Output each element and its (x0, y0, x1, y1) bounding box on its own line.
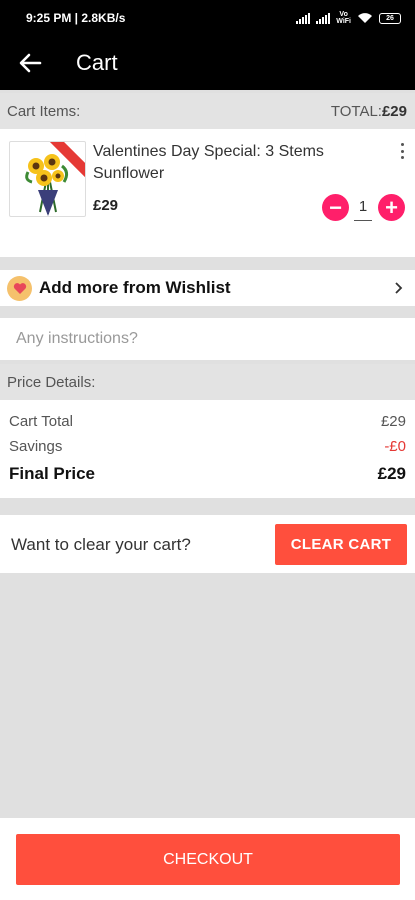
cart-items-label: Cart Items: (7, 102, 81, 120)
battery-icon: 26 (379, 12, 401, 24)
product-name[interactable]: Valentines Day Special: 3 Stems Sunflowe… (93, 141, 343, 185)
cart-total-row-label: Cart Total (9, 413, 73, 430)
price-details-label: Price Details: (7, 373, 96, 391)
heart-icon (7, 275, 32, 301)
final-price-value: £29 (377, 464, 406, 483)
wifi-icon (358, 13, 372, 23)
quantity-value[interactable]: 1 (354, 195, 372, 221)
battery-level: 26 (386, 14, 394, 22)
final-price-label: Final Price (9, 464, 95, 483)
instructions-input[interactable] (0, 318, 415, 360)
price-details-header: Price Details: (0, 364, 415, 400)
back-button[interactable] (0, 36, 60, 90)
cart-total-row: Cart Total £29 (9, 413, 406, 430)
app-bar: Cart (0, 36, 415, 90)
status-icons: Vo WiFi 26 (296, 11, 401, 25)
page-title: Cart (76, 50, 118, 75)
product-image[interactable] (9, 141, 86, 217)
vowifi-icon: Vo WiFi (336, 11, 351, 25)
increase-quantity-button[interactable]: + (378, 194, 405, 221)
cart-total-row-value: £29 (380, 413, 406, 430)
more-options-icon[interactable] (399, 143, 405, 159)
final-price-row: Final Price £29 (9, 464, 406, 484)
signal-icon (296, 12, 311, 24)
clear-cart-prompt: Want to clear your cart? (11, 535, 191, 554)
signal-icon-2 (316, 12, 331, 24)
clear-cart-card: Want to clear your cart? CLEAR CART (0, 515, 415, 573)
cart-total: TOTAL:£29 (331, 103, 407, 120)
savings-label: Savings (9, 438, 63, 455)
checkout-button[interactable]: CHECKOUT (16, 834, 400, 885)
add-from-wishlist-row[interactable]: Add more from Wishlist (0, 270, 415, 306)
clear-cart-button[interactable]: CLEAR CART (275, 524, 407, 565)
chevron-right-icon (395, 282, 403, 294)
cart-items-header: Cart Items: TOTAL:£29 (0, 93, 415, 129)
product-price: £29 (93, 197, 119, 214)
cart-item: Valentines Day Special: 3 Stems Sunflowe… (0, 129, 415, 257)
cart-total-label: TOTAL: (330, 102, 382, 120)
status-bar: 9:25 PM | 2.8KB/s Vo WiFi 26 (0, 0, 415, 36)
arrow-left-icon (19, 53, 42, 73)
savings-value: -£0 (384, 438, 406, 455)
savings-row: Savings -£0 (9, 438, 406, 455)
price-details-card: Cart Total £29 Savings -£0 Final Price £… (0, 400, 415, 498)
checkout-bar: CHECKOUT (0, 818, 415, 900)
status-time: 9:25 PM | 2.8KB/s (26, 11, 126, 25)
wishlist-label: Add more from Wishlist (39, 278, 231, 297)
decrease-quantity-button[interactable]: − (322, 194, 349, 221)
cart-total-value: £29 (381, 102, 407, 120)
